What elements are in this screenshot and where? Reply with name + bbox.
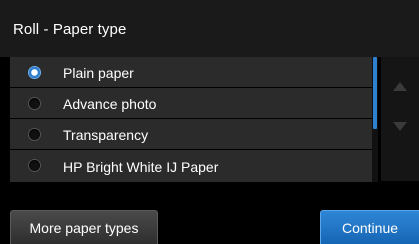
radio-unselected-icon[interactable] (29, 160, 40, 171)
continue-button[interactable]: Continue (320, 210, 419, 244)
scrollbar[interactable] (372, 57, 378, 182)
paper-type-list: Plain paper Advance photo Transparency H… (10, 57, 372, 182)
more-paper-types-button[interactable]: More paper types (10, 210, 158, 244)
list-item-label: Advance photo (63, 96, 157, 112)
radio-unselected-icon[interactable] (29, 98, 40, 109)
title-bar: Roll - Paper type (0, 0, 419, 57)
more-paper-types-label: More paper types (29, 219, 139, 236)
radio-selected-icon[interactable] (29, 67, 40, 78)
list-item-transparency[interactable]: Transparency (10, 119, 372, 150)
triangle-up-icon (393, 82, 407, 91)
scrollbar-thumb[interactable] (373, 57, 377, 129)
paper-type-screen: Roll - Paper type Plain paper Advance ph… (0, 0, 419, 244)
scroll-down-button[interactable] (381, 119, 419, 181)
list-item-hp-bright-white[interactable]: HP Bright White IJ Paper (10, 150, 372, 182)
list-item-plain-paper[interactable]: Plain paper (10, 57, 372, 88)
list-item-label: HP Bright White IJ Paper (63, 159, 219, 175)
continue-label: Continue (341, 219, 399, 236)
radio-unselected-icon[interactable] (29, 129, 40, 140)
list-item-label: Transparency (63, 127, 149, 143)
triangle-down-icon (393, 122, 407, 131)
scroll-up-button[interactable] (381, 57, 419, 119)
list-item-advance-photo[interactable]: Advance photo (10, 88, 372, 119)
page-title: Roll - Paper type (13, 21, 127, 38)
list-item-label: Plain paper (63, 65, 134, 81)
